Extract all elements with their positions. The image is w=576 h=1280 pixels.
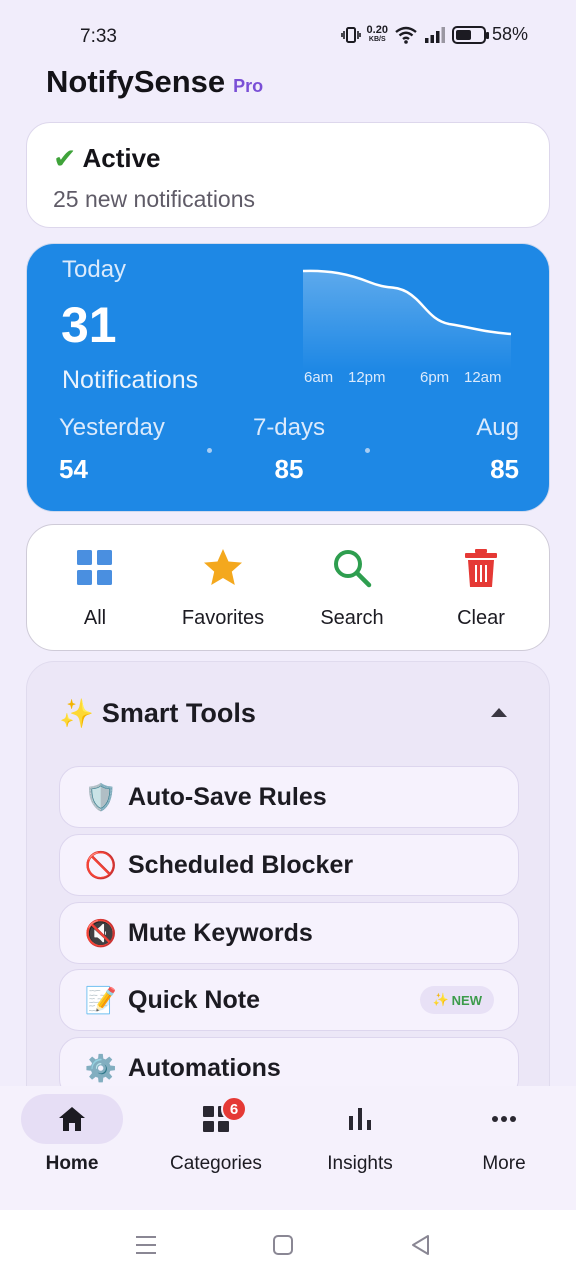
today-label: Today: [62, 256, 127, 283]
sparkline-area: [303, 270, 511, 370]
net-speed: 0.20 KB/S: [366, 23, 388, 43]
back-icon[interactable]: [408, 1232, 434, 1258]
nav-home[interactable]: Home: [2, 1094, 142, 1175]
status-time: 7:33: [80, 26, 117, 47]
app-header: NotifySense Pro: [46, 64, 263, 100]
separator-dot: [207, 448, 212, 453]
more-dots-icon: [492, 1116, 516, 1122]
compare-row: Yesterday 54 7-days 85 Aug 85: [27, 414, 549, 494]
tool-auto-save-rules[interactable]: 🛡️ Auto-Save Rules: [59, 766, 519, 828]
home-square-icon[interactable]: [270, 1232, 296, 1258]
action-all-button[interactable]: All: [40, 547, 150, 630]
mute-icon: 🔇: [84, 918, 118, 948]
bar-chart-icon: [349, 1108, 371, 1130]
compare-month: Aug 85: [476, 414, 519, 484]
categories-count-badge: 6: [221, 1096, 247, 1122]
status-subtitle: 25 new notifications: [53, 186, 256, 212]
signal-icon: [424, 26, 445, 43]
smart-tools-header[interactable]: ✨ Smart Tools: [59, 698, 256, 729]
gear-icon: ⚙️: [84, 1053, 118, 1083]
today-unit: Notifications: [62, 366, 199, 394]
sparkle-icon: ✨: [432, 992, 449, 1007]
system-nav-bar: [0, 1210, 576, 1280]
status-icons: 0.20 KB/S 58%: [340, 23, 528, 45]
tool-mute-keywords[interactable]: 🔇 Mute Keywords: [59, 902, 519, 964]
sparkle-icon: ✨: [59, 697, 94, 729]
shield-icon: 🛡️: [84, 782, 118, 812]
nav-categories[interactable]: 6 Categories: [146, 1094, 286, 1175]
app-title: NotifySense: [46, 64, 226, 99]
home-icon: [59, 1107, 85, 1131]
quick-actions: All Favorites Search Clear: [26, 524, 550, 651]
tool-quick-note[interactable]: 📝 Quick Note ✨ NEW: [59, 969, 519, 1031]
battery-icon: [451, 25, 489, 44]
action-favorites-button[interactable]: Favorites: [168, 547, 278, 630]
status-label: Active: [82, 143, 161, 173]
axis-label-6pm: 6pm: [420, 369, 450, 386]
vibrate-icon: [340, 26, 361, 43]
sparkline-chart: [302, 269, 512, 370]
wifi-icon: [395, 26, 417, 44]
axis-label-12pm: 12pm: [348, 369, 386, 386]
memo-icon: 📝: [84, 985, 118, 1015]
separator-dot: [365, 448, 370, 453]
action-clear-button[interactable]: Clear: [426, 547, 536, 630]
axis-label-12am: 12am: [464, 369, 502, 386]
smart-tools-title: Smart Tools: [101, 698, 256, 728]
trash-icon: [465, 549, 497, 587]
star-icon: [204, 549, 242, 585]
checkmark-icon: ✔: [53, 142, 77, 174]
no-entry-icon: 🚫: [84, 850, 118, 880]
compare-7days: 7-days 85: [252, 414, 326, 484]
collapse-arrow-icon[interactable]: [491, 708, 507, 717]
axis-label-6am: 6am: [304, 369, 334, 386]
today-stats-card[interactable]: Today 31 Notifications 6am 12pm 6pm 12am…: [26, 243, 550, 512]
status-bar: 7:33 0.20 KB/S 58%: [0, 0, 576, 72]
pro-badge: Pro: [233, 76, 264, 96]
bottom-nav: Home 6 Categories Insights More: [0, 1086, 576, 1210]
tool-scheduled-blocker[interactable]: 🚫 Scheduled Blocker: [59, 834, 519, 896]
grid-icon: [77, 550, 112, 585]
action-search-button[interactable]: Search: [297, 547, 407, 630]
nav-more[interactable]: More: [434, 1094, 574, 1175]
battery-percent: 58%: [491, 24, 528, 44]
status-card[interactable]: ✔ Active 25 new notifications: [26, 122, 550, 228]
nav-insights[interactable]: Insights: [290, 1094, 430, 1175]
search-icon: [334, 550, 372, 588]
today-count: 31: [61, 297, 117, 353]
new-badge: ✨ NEW: [420, 986, 494, 1014]
compare-yesterday: Yesterday 54: [59, 414, 165, 484]
recents-menu-icon[interactable]: [133, 1232, 159, 1258]
smart-tools-panel: ✨ Smart Tools 🛡️ Auto-Save Rules 🚫 Sched…: [26, 661, 550, 1101]
